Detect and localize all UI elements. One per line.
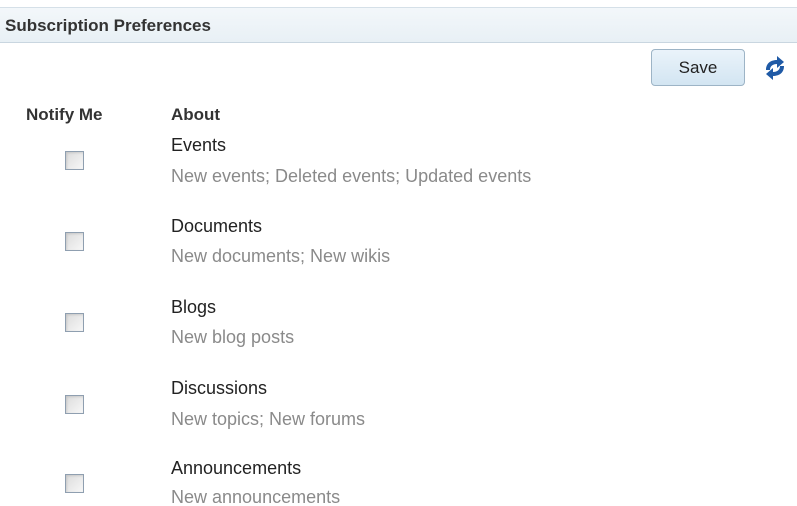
subscription-row-events: Events New events; Deleted events; Updat… [0,132,797,202]
events-description: New events; Deleted events; Updated even… [171,166,532,186]
save-button[interactable]: Save [651,49,745,86]
refresh-icon[interactable] [760,53,790,83]
announcements-checkbox[interactable] [65,474,84,493]
panel-title: Subscription Preferences [5,16,211,35]
subscription-row-blogs: Blogs New blog posts [0,295,797,365]
blogs-title: Blogs [171,297,217,317]
discussions-checkbox[interactable] [65,395,84,414]
events-checkbox[interactable] [65,151,84,170]
subscription-row-discussions: Discussions New topics; New forums [0,376,797,446]
about-column-header: About [171,105,221,124]
announcements-title: Announcements [171,458,302,478]
documents-title: Documents [171,216,263,236]
panel-header: Subscription Preferences [0,7,797,43]
discussions-description: New topics; New forums [171,409,366,429]
notify-me-column-header: Notify Me [26,105,103,124]
announcements-description: New announcements [171,487,341,506]
events-title: Events [171,135,227,155]
blogs-checkbox[interactable] [65,313,84,332]
documents-description: New documents; New wikis [171,246,391,266]
subscription-row-announcements: Announcements New announcements [0,456,797,506]
blogs-description: New blog posts [171,327,295,347]
discussions-title: Discussions [171,378,268,398]
subscription-preferences-panel: Subscription Preferences Save Notify Me … [0,0,797,506]
documents-checkbox[interactable] [65,232,84,251]
subscription-row-documents: Documents New documents; New wikis [0,213,797,283]
